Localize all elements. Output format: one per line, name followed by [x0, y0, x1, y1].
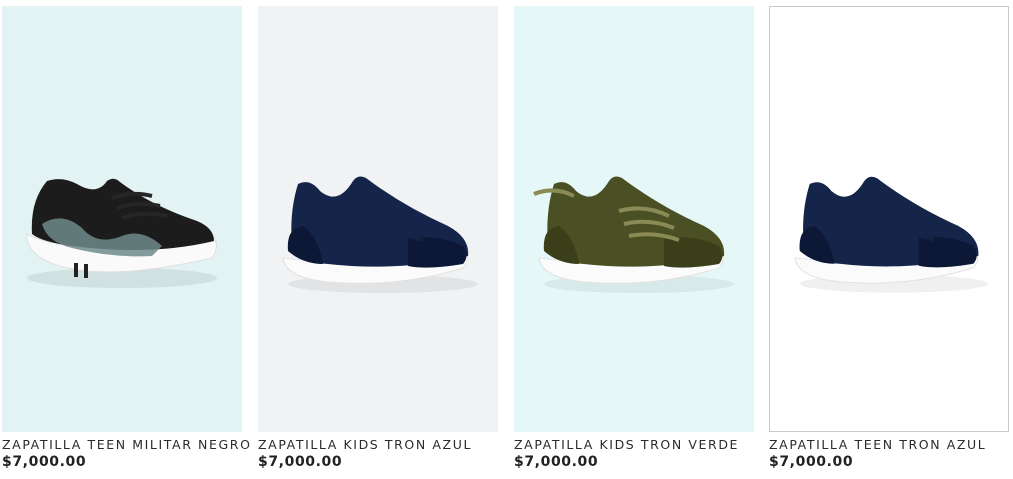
product-image[interactable] [2, 6, 242, 432]
product-price: $7,000.00 [514, 454, 599, 470]
product-image[interactable] [258, 6, 498, 432]
product-image[interactable] [514, 6, 754, 432]
product-card[interactable]: ZAPATILLA TEEN MILITAR NEGRO $7,000.00 [2, 6, 250, 470]
sneaker-olive-icon [514, 6, 754, 432]
product-price: $7,000.00 [2, 454, 87, 470]
product-title[interactable]: ZAPATILLA TEEN TRON AZUL [769, 437, 1009, 452]
product-title[interactable]: ZAPATILLA KIDS TRON AZUL [258, 437, 498, 452]
sneaker-black-camo-icon [2, 6, 242, 432]
sneaker-navy-icon [258, 6, 498, 432]
product-title[interactable]: ZAPATILLA TEEN MILITAR NEGRO [2, 437, 250, 452]
product-price: $7,000.00 [258, 454, 343, 470]
product-price: $7,000.00 [769, 454, 854, 470]
product-card[interactable]: ZAPATILLA KIDS TRON AZUL $7,000.00 [258, 6, 498, 470]
product-grid: ZAPATILLA TEEN MILITAR NEGRO $7,000.00 Z… [0, 0, 1013, 479]
product-image[interactable] [769, 6, 1009, 432]
product-title[interactable]: ZAPATILLA KIDS TRON VERDE [514, 437, 754, 452]
product-card[interactable]: ZAPATILLA KIDS TRON VERDE $7,000.00 [514, 6, 754, 470]
product-card[interactable]: ZAPATILLA TEEN TRON AZUL $7,000.00 [769, 6, 1009, 470]
sneaker-navy-icon [770, 7, 1008, 431]
